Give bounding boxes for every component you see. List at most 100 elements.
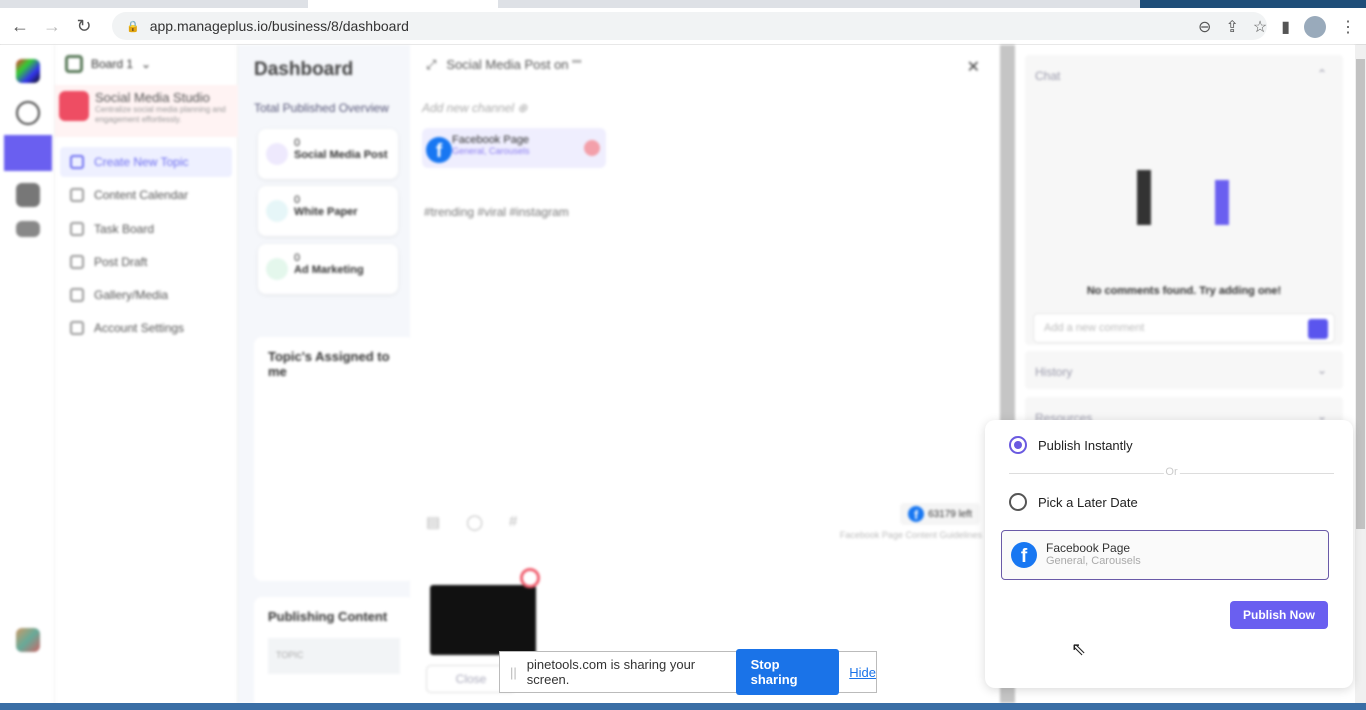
crm-icon[interactable] [16, 221, 40, 237]
no-comments-text: No comments found. Try adding one! [1086, 285, 1282, 297]
emoji-icon[interactable]: ◯ [466, 513, 483, 531]
drag-handle-icon[interactable]: || [510, 665, 517, 680]
sidebar-item-gallery[interactable]: Gallery/Media [60, 280, 232, 310]
history-accordion[interactable]: History ⌄ [1025, 351, 1343, 389]
sidebar: Board 1 ⌄ Social Media Studio Centralize s… [55, 45, 238, 703]
topic-column-header: TOPIC [268, 638, 400, 674]
media-thumbnail[interactable] [430, 585, 536, 655]
lock-icon: 🔒 [126, 20, 140, 33]
chat-accordion[interactable]: Chat ⌃ No comments found. Try adding one!… [1025, 55, 1343, 345]
board-selector[interactable]: Board 1 ⌄ [65, 55, 151, 73]
back-icon[interactable]: ← [8, 16, 32, 37]
placeholder: Add a new comment [1044, 322, 1145, 334]
pick-later-date-radio[interactable]: Pick a Later Date [1009, 493, 1138, 511]
sidebar-item-post-draft[interactable]: Post Draft [60, 247, 232, 277]
post-text[interactable]: #trending #viral #instagram [424, 205, 569, 219]
or-text: Or [1163, 466, 1180, 478]
title-text: Social Media Post on "" [446, 57, 582, 72]
profile-avatar[interactable] [1304, 16, 1326, 38]
remove-channel-icon[interactable] [584, 140, 600, 156]
speedometer-icon[interactable] [16, 101, 40, 125]
studio-desc: Centralize social media planning and eng… [95, 105, 226, 124]
share-icon[interactable]: ⇪ [1225, 17, 1238, 37]
count: 0 [294, 194, 301, 206]
studio-icon[interactable] [4, 135, 52, 171]
or-divider: Or [1009, 466, 1334, 478]
channel-name: Facebook Page [1046, 541, 1131, 555]
stat-card[interactable]: 0 White Paper [258, 186, 398, 236]
board-name: Board 1 [91, 57, 134, 71]
selected-channel-card[interactable]: f Facebook Page General, Carousels [1001, 530, 1329, 580]
close-icon[interactable]: ✕ [967, 57, 980, 77]
inbox-icon[interactable] [16, 183, 40, 207]
dashboard: Dashboard Total Published Overview 0 Soci… [238, 45, 414, 707]
stat-card[interactable]: 0 Ad Marketing [258, 244, 398, 294]
page-title: Dashboard [254, 59, 354, 80]
sidepanel-icon[interactable]: ▮ [1281, 17, 1290, 37]
expand-icon[interactable]: ⤢ [426, 57, 436, 73]
chevron-up-icon[interactable]: ⌃ [1317, 67, 1327, 81]
star-icon[interactable]: ☆ [1253, 17, 1267, 37]
facebook-icon: f [908, 506, 925, 522]
publish-now-button[interactable]: Publish Now [1230, 601, 1328, 629]
label: Social Media Post [294, 149, 388, 161]
share-message: pinetools.com is sharing your screen. [526, 657, 696, 687]
workspace-avatar[interactable] [16, 628, 40, 652]
forward-icon[interactable]: → [40, 16, 64, 37]
sidebar-item-create-topic[interactable]: Create New Topic [60, 147, 232, 177]
chevron-down-icon: ⌄ [141, 57, 152, 71]
profile-tab-area [1140, 0, 1366, 8]
chat-label: Chat [1035, 69, 1061, 83]
sidebar-item-task-board[interactable]: Task Board [60, 214, 232, 244]
facebook-icon: f [1011, 542, 1037, 568]
label: Task Board [94, 222, 155, 236]
channel-chip[interactable]: f Facebook Page General, Carousels [422, 128, 606, 168]
sidebar-item-account-settings[interactable]: Account Settings [60, 313, 232, 343]
guidelines-link[interactable]: Facebook Page Content Guidelines [840, 530, 982, 540]
add-channel-button[interactable]: Add new channel ⊕ [422, 101, 527, 115]
stop-sharing-button[interactable]: Stop sharing [735, 649, 840, 695]
menu-icon[interactable]: ⋮ [1340, 17, 1356, 37]
url-text: app.manageplus.io/business/8/dashboard [149, 18, 409, 34]
send-icon[interactable] [1308, 319, 1328, 339]
overview-label: Total Published Overview [254, 101, 389, 115]
comment-input[interactable]: Add a new comment [1033, 313, 1335, 343]
studio-logo [59, 91, 89, 121]
app-logo-icon[interactable] [16, 59, 40, 83]
address-bar[interactable]: 🔒 app.manageplus.io/business/8/dashboard [112, 12, 1267, 40]
channel-types: General, Carousels [452, 146, 530, 156]
media-icon[interactable]: ▤ [426, 513, 440, 531]
mouse-cursor-icon: ⇖ [1071, 639, 1087, 659]
app-rail [0, 45, 55, 703]
chars-left: 63179 left [928, 508, 972, 520]
sidebar-item-calendar[interactable]: Content Calendar [60, 180, 232, 210]
browser-tab-strip[interactable] [0, 0, 1366, 8]
studio-title: Social Media Studio [95, 90, 210, 105]
paper-icon [266, 200, 288, 222]
publish-instantly-radio[interactable]: Publish Instantly [1009, 436, 1133, 454]
label: Ad Marketing [294, 264, 364, 276]
scrollbar-thumb[interactable] [1356, 59, 1365, 529]
create-icon [70, 155, 84, 169]
facebook-icon: f [426, 137, 452, 163]
radio-checked [1009, 436, 1027, 454]
remove-media-icon[interactable] [520, 568, 540, 588]
hide-link[interactable]: Hide [849, 665, 876, 680]
studio-header: Social Media Studio Centralize social med… [55, 85, 238, 137]
assigned-title: Topic's Assigned to me [268, 349, 390, 379]
label: Add new channel [422, 101, 515, 115]
modal-title: ⤢ Social Media Post on "" [426, 57, 581, 73]
label: Account Settings [94, 321, 185, 335]
ad-icon [266, 258, 288, 280]
calendar-icon [70, 188, 84, 202]
draft-icon [70, 255, 84, 269]
active-tab[interactable] [308, 0, 498, 8]
stat-card[interactable]: 0 Social Media Post [258, 129, 398, 179]
zoom-icon[interactable]: ⊖ [1198, 17, 1211, 37]
channel-name: Facebook Page [452, 134, 530, 146]
label: Pick a Later Date [1038, 494, 1138, 510]
board-icon [65, 55, 83, 73]
reload-icon[interactable]: ↻ [72, 16, 96, 37]
page-scrollbar[interactable] [1355, 45, 1366, 703]
hashtag-icon[interactable]: # [509, 513, 517, 531]
